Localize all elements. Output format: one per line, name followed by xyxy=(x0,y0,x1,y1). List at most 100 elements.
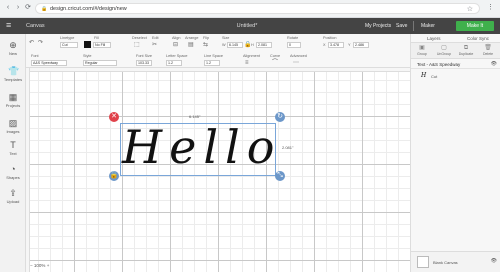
font-size-input[interactable]: 103.33 xyxy=(136,60,152,66)
layer-thumbnail: H xyxy=(421,72,427,79)
layer-group-title: Text - A&S Speedway xyxy=(417,62,461,67)
rotate-input[interactable]: 0 xyxy=(287,42,301,48)
ungroup-label: UnGroup xyxy=(436,52,452,56)
url-text: design.cricut.com/#/design/new xyxy=(50,6,127,12)
image-icon: ▨ xyxy=(8,118,18,128)
advanced-icon[interactable]: ⋯ xyxy=(293,60,299,66)
sidebar-item-label: Templates xyxy=(3,77,23,82)
tab-layers[interactable]: Layers xyxy=(427,36,441,41)
zoom-out-icon[interactable]: − xyxy=(30,263,33,268)
letter-space-input[interactable]: 1.2 xyxy=(166,60,182,66)
panel-tabs: Layers Color Sync xyxy=(411,34,500,43)
address-bar[interactable]: 🔒 design.cricut.com/#/design/new ☆ xyxy=(35,3,480,14)
line-space-input[interactable]: 1.2 xyxy=(204,60,220,66)
group-button[interactable]: ▣ Group xyxy=(413,43,431,56)
width-input[interactable]: 6.145 xyxy=(227,42,243,48)
redo-icon[interactable]: ↷ xyxy=(38,40,43,46)
style-select[interactable]: Regular xyxy=(83,60,117,66)
flip-icon[interactable]: ⇆ xyxy=(203,42,208,48)
my-projects-link[interactable]: My Projects xyxy=(365,23,391,29)
bookmark-star-icon[interactable]: ☆ xyxy=(467,5,473,13)
y-label: Y xyxy=(348,43,351,47)
duplicate-icon: ⧉ xyxy=(463,45,469,51)
canvas-text-object[interactable]: Hello xyxy=(122,112,278,182)
document-title[interactable]: Untitled* xyxy=(222,23,272,29)
sidebar-item-label: Upload xyxy=(6,199,20,204)
blank-canvas-label: Blank Canvas xyxy=(433,260,458,265)
zoom-level: 100% xyxy=(33,263,46,268)
sidebar-item-shapes[interactable]: ◔ Shapes xyxy=(0,162,26,186)
arrange-icon[interactable]: ▤ xyxy=(188,42,194,48)
left-ruler xyxy=(26,68,30,272)
letter-space-label: Letter Space xyxy=(166,54,188,58)
zoom-control[interactable]: − 100% + xyxy=(30,263,70,270)
sidebar-item-label: Images xyxy=(6,129,20,134)
rotate-handle-icon[interactable]: ↻ xyxy=(275,112,285,122)
delete-button[interactable]: 🗑 Delete xyxy=(479,43,497,56)
sidebar-item-text[interactable]: T Text xyxy=(0,138,26,162)
sidebar-item-templates[interactable]: 👕 Templates xyxy=(0,64,26,88)
duplicate-label: Duplicate xyxy=(458,52,474,56)
align-text-icon[interactable]: ≡ xyxy=(245,60,249,66)
back-icon[interactable]: ‹ xyxy=(4,4,12,12)
browser-menu-icon[interactable]: ⋮ xyxy=(487,3,494,11)
deselect-label: Deselect xyxy=(132,36,147,40)
make-it-button[interactable]: Make It xyxy=(456,21,494,31)
text-icon: T xyxy=(10,140,16,150)
layer-group-text[interactable]: Text - A&S Speedway 👁 xyxy=(411,60,500,69)
sidebar-item-images[interactable]: ▨ Images xyxy=(0,116,26,140)
linetype-select[interactable]: Cut xyxy=(60,42,78,48)
ungroup-icon: ▢ xyxy=(441,45,447,51)
deselect-icon[interactable]: ⬚ xyxy=(134,42,140,48)
menu-icon[interactable]: ≡ xyxy=(6,21,11,30)
delete-label: Delete xyxy=(482,52,494,56)
trash-icon: 🗑 xyxy=(484,45,492,51)
reload-icon[interactable]: ⟳ xyxy=(24,4,32,12)
plus-icon: ⊕ xyxy=(9,40,17,50)
lock-icon: 🔒 xyxy=(41,6,48,12)
tab-color-sync[interactable]: Color Sync xyxy=(467,36,489,41)
sidebar-item-upload[interactable]: ⇪ Upload xyxy=(0,186,26,210)
canvas-label: Canvas xyxy=(26,23,45,29)
save-button[interactable]: Save xyxy=(396,23,407,29)
zoom-in-icon[interactable]: + xyxy=(47,263,50,268)
layer-actions: ▣ Group ▢ UnGroup ⧉ Duplicate 🗑 Delete xyxy=(411,43,500,59)
sidebar-item-new[interactable]: ⊕ New xyxy=(0,38,26,62)
layer-item[interactable]: H Cut xyxy=(411,70,500,82)
shapes-icon: ◔ xyxy=(10,164,16,174)
edit-icon[interactable]: ✂ xyxy=(152,42,157,48)
y-input[interactable]: 2.486 xyxy=(353,42,369,48)
visibility-icon[interactable]: 👁 xyxy=(491,61,497,67)
delete-handle-icon[interactable]: ✕ xyxy=(109,112,119,122)
scale-handle-icon[interactable]: ⤡ xyxy=(275,171,285,181)
font-select[interactable]: A&S Speedway xyxy=(31,60,67,66)
browser-toolbar: ‹ › ⟳ 🔒 design.cricut.com/#/design/new ☆… xyxy=(0,0,500,18)
left-sidebar: ⊕ New 👕 Templates ▦ Projects ▨ Images T … xyxy=(0,34,26,272)
undo-icon[interactable]: ↶ xyxy=(29,40,34,46)
visibility-icon[interactable]: 👁 xyxy=(491,258,497,264)
height-label: H xyxy=(251,43,254,47)
edit-label: Edit xyxy=(152,36,159,40)
curve-icon[interactable]: ⌒ xyxy=(272,60,278,66)
blank-canvas-swatch[interactable] xyxy=(417,256,429,268)
align-icon[interactable]: ⊟ xyxy=(173,42,178,48)
forward-icon[interactable]: › xyxy=(14,4,22,12)
color-swatch[interactable] xyxy=(84,41,91,48)
machine-select[interactable]: Maker xyxy=(421,23,435,29)
style-label: Style xyxy=(83,54,92,58)
flip-label: Flip xyxy=(203,36,210,40)
header-divider xyxy=(413,21,414,31)
fill-select[interactable]: No Fill xyxy=(93,42,111,48)
sidebar-item-projects[interactable]: ▦ Projects xyxy=(0,90,26,114)
blank-canvas-row[interactable]: Blank Canvas 👁 xyxy=(411,251,500,272)
height-input[interactable]: 2.081 xyxy=(256,42,272,48)
duplicate-button[interactable]: ⧉ Duplicate xyxy=(457,43,475,56)
ungroup-button[interactable]: ▢ UnGroup xyxy=(435,43,453,56)
width-readout: 6.145" xyxy=(189,114,201,119)
lock-handle-icon[interactable]: 🔒 xyxy=(109,171,119,181)
upload-icon: ⇪ xyxy=(9,188,17,198)
x-input[interactable]: 3.478 xyxy=(328,42,344,48)
font-label: Font xyxy=(31,54,39,58)
toolbar-row-text: Font A&S Speedway Style Regular Font Siz… xyxy=(0,54,410,68)
size-label: Size xyxy=(222,36,230,40)
